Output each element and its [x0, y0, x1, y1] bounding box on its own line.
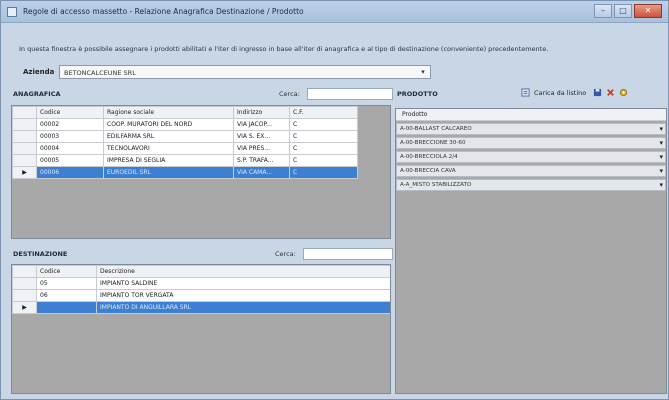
close-button[interactable]: ✕ [634, 4, 662, 18]
table-row[interactable]: 05 IMPIANTO SALDINE [12, 277, 390, 290]
anagrafica-label: ANAGRAFICA [13, 90, 61, 98]
table-row[interactable]: 00002 COOP. MURATORI DEL NORD VIA JACOP.… [12, 118, 358, 131]
col-prodotto[interactable]: Prodotto [402, 111, 427, 118]
table-row-selected[interactable]: ▶ 00006 EUROEDIL SRL VIA CAMA... C [12, 166, 358, 179]
settings-icon[interactable] [619, 88, 628, 97]
window-title: Regole di accesso massetto - Relazione A… [23, 7, 304, 16]
title-bar: Regole di accesso massetto - Relazione A… [1, 1, 668, 23]
col-descrizione[interactable]: Descrizione [96, 265, 390, 278]
delete-icon[interactable] [606, 88, 615, 97]
prodotto-dropdown[interactable]: A-00-BRECCIA CAVA ▾ [396, 165, 666, 177]
table-row[interactable]: 00004 TECNOLAVORI VIA PRES... C [12, 142, 358, 155]
chevron-down-icon: ▾ [659, 139, 663, 147]
app-icon [7, 7, 17, 17]
chevron-down-icon: ▾ [659, 153, 663, 161]
table-row[interactable]: 06 IMPIANTO TOR VERGATA [12, 289, 390, 302]
col-codice[interactable]: Codice [36, 106, 104, 119]
destinazione-search-label: Cerca: [275, 250, 296, 258]
chevron-down-icon: ▾ [659, 167, 663, 175]
col-ragione-sociale[interactable]: Ragione sociale [103, 106, 234, 119]
prodotto-grid[interactable]: Prodotto A-00-BALLAST CALCAREO ▾ A-00-BRE… [395, 108, 667, 394]
anagrafica-search-input[interactable] [307, 88, 393, 100]
destinazione-header-row: Codice Descrizione [12, 265, 390, 278]
info-text: In questa finestra è possibile assegnare… [19, 45, 549, 53]
anagrafica-grid[interactable]: Codice Ragione sociale Indirizzo C.F. 00… [11, 105, 391, 239]
row-pointer-icon: ▶ [12, 301, 37, 314]
table-row-selected[interactable]: ▶ IMPIANTO DI ANGUILLARA SRL [12, 301, 390, 314]
minimize-button[interactable]: – [594, 4, 612, 18]
col-codice[interactable]: Codice [36, 265, 97, 278]
chevron-down-icon: ▾ [659, 181, 663, 189]
window-controls: – □ ✕ [594, 4, 662, 18]
maximize-button[interactable]: □ [614, 4, 632, 18]
destinazione-header: DESTINAZIONE Cerca: [11, 248, 393, 261]
prodotto-dropdown[interactable]: A-00-BALLAST CALCAREO ▾ [396, 123, 666, 135]
anagrafica-header-row: Codice Ragione sociale Indirizzo C.F. [12, 106, 358, 119]
prodotto-dropdown[interactable]: A-00-BRECCIOLA 2/4 ▾ [396, 151, 666, 163]
col-indirizzo[interactable]: Indirizzo [233, 106, 290, 119]
row-pointer-icon: ▶ [12, 166, 37, 179]
app-window: Regole di accesso massetto - Relazione A… [0, 0, 669, 400]
table-row[interactable]: 00003 EDILFARMA SRL VIA S. EX... C [12, 130, 358, 143]
destinazione-label: DESTINAZIONE [13, 250, 68, 258]
prodotto-toolbar: Carica da listino [521, 88, 628, 97]
prodotto-header-row: Prodotto [396, 109, 666, 121]
price-list-icon[interactable] [521, 88, 530, 97]
prodotto-dropdown[interactable]: A-00-BRECCIONE 30-60 ▾ [396, 137, 666, 149]
azienda-value: BETONCALCEUNE SRL [64, 69, 136, 77]
table-row[interactable]: 00005 IMPRESA DI SEGLIA S.P. TRAFA... C [12, 154, 358, 167]
azienda-dropdown[interactable]: BETONCALCEUNE SRL ▾ [59, 65, 431, 79]
prodotto-header: PRODOTTO [395, 88, 515, 101]
col-cf[interactable]: C.F. [289, 106, 358, 119]
azienda-label: Azienda [23, 68, 55, 76]
chevron-down-icon: ▾ [421, 68, 425, 76]
anagrafica-search-label: Cerca: [279, 90, 300, 98]
prodotto-dropdown[interactable]: A-A_MISTO STABILIZZATO ▾ [396, 179, 666, 191]
prodotto-label: PRODOTTO [397, 90, 438, 98]
destinazione-search-input[interactable] [303, 248, 393, 260]
destinazione-grid[interactable]: Codice Descrizione 05 IMPIANTO SALDINE 0… [11, 264, 391, 394]
anagrafica-header: ANAGRAFICA Cerca: [11, 88, 393, 101]
save-icon[interactable] [593, 88, 602, 97]
chevron-down-icon: ▾ [659, 125, 663, 133]
load-from-list-button[interactable]: Carica da listino [534, 89, 586, 97]
